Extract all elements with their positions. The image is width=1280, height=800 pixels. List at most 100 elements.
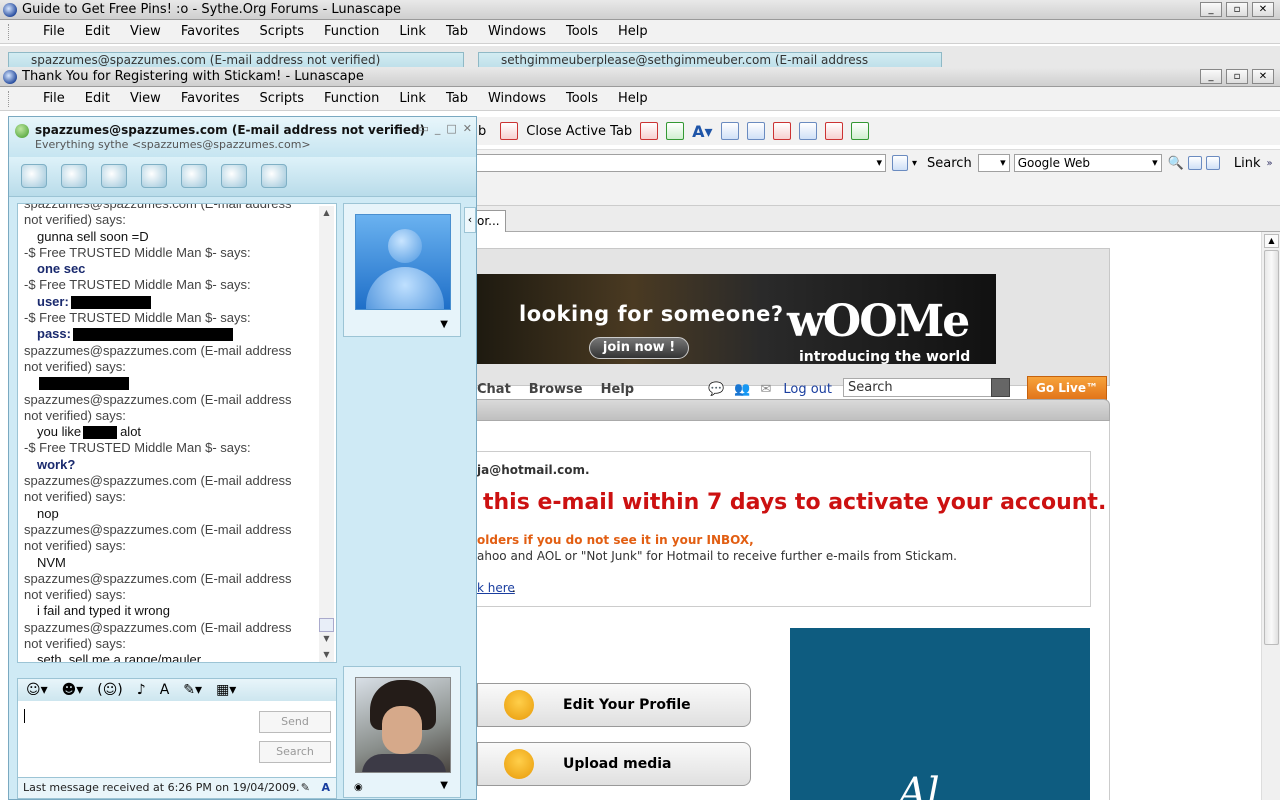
minimize-button[interactable]: _: [1200, 2, 1222, 17]
maximize-button[interactable]: □: [446, 122, 456, 135]
conversation-scrollbar[interactable]: ▲ ▼ ▼: [319, 206, 334, 662]
voice-clip-icon[interactable]: ♪: [137, 682, 146, 701]
cascade-icon[interactable]: [798, 122, 817, 140]
scroll-thumb[interactable]: [319, 618, 334, 632]
close-button[interactable]: ✕: [1252, 2, 1274, 17]
menu-item-windows[interactable]: Windows: [476, 24, 554, 39]
close-button[interactable]: ✕: [463, 122, 472, 135]
search-scope-combo[interactable]: [977, 154, 1010, 172]
games-icon[interactable]: [221, 164, 247, 188]
nav-browse[interactable]: Browse: [529, 382, 583, 397]
menu-item-tab[interactable]: Tab: [434, 91, 476, 106]
minimize-button[interactable]: _: [1200, 69, 1222, 84]
menu-item-link[interactable]: Link: [387, 91, 434, 106]
close-active-tab-button[interactable]: Close Active Tab: [526, 124, 632, 139]
close-all-icon[interactable]: [824, 122, 843, 140]
send-button[interactable]: Send: [259, 711, 331, 733]
maximize-button[interactable]: ▫: [1226, 69, 1248, 84]
options-icon[interactable]: ▭: [418, 122, 428, 135]
close-button[interactable]: ✕: [1252, 69, 1274, 84]
menu-item-help[interactable]: Help: [606, 91, 656, 106]
menu-item-edit[interactable]: Edit: [73, 91, 118, 106]
user-display-picture[interactable]: ◉ ▼: [343, 666, 461, 798]
menu-item-favorites[interactable]: Favorites: [169, 91, 248, 106]
mdi-tab-messenger[interactable]: spazzumes@spazzumes.com (E-mail address …: [8, 52, 464, 68]
chevron-down-icon[interactable]: ▼: [440, 780, 448, 791]
click-here-link[interactable]: k here: [477, 581, 515, 595]
tab-icon-1[interactable]: [720, 122, 739, 140]
font-icon[interactable]: A: [160, 682, 170, 701]
menu-item-function[interactable]: Function: [312, 91, 387, 106]
front-window-titlebar[interactable]: Thank You for Registering with Stickam! …: [0, 67, 1280, 87]
menu-item-link[interactable]: Link: [387, 24, 434, 39]
call-icon[interactable]: [141, 164, 167, 188]
pen-icon[interactable]: ✎: [301, 778, 310, 798]
menu-item-windows[interactable]: Windows: [476, 91, 554, 106]
block-icon[interactable]: [261, 164, 287, 188]
chevron-down-icon[interactable]: ▼: [440, 319, 448, 330]
activities-icon[interactable]: [181, 164, 207, 188]
menu-item-function[interactable]: Function: [312, 24, 387, 39]
scroll-thumb[interactable]: [1264, 250, 1279, 645]
background-icon[interactable]: ▦▾: [216, 682, 236, 701]
scroll-up-icon[interactable]: ▲: [319, 206, 334, 220]
nav-help[interactable]: Help: [601, 382, 634, 397]
menu-item-scripts[interactable]: Scripts: [248, 24, 312, 39]
emoticon-icon[interactable]: ☺▾: [26, 682, 48, 701]
ink-icon[interactable]: ✎▾: [183, 682, 202, 701]
search-go-icon[interactable]: 🔍: [1168, 156, 1184, 171]
tab-icon-2[interactable]: [746, 122, 765, 140]
menu-item-tools[interactable]: Tools: [554, 91, 606, 106]
highlight-icon[interactable]: [1187, 156, 1202, 170]
nav-chat[interactable]: Chat: [477, 382, 511, 397]
menu-item-tab[interactable]: Tab: [434, 24, 476, 39]
logout-link[interactable]: Log out: [783, 382, 832, 397]
page-tab-active[interactable]: or...: [476, 210, 506, 232]
font-style-icon[interactable]: A: [321, 778, 330, 798]
toolbar-grip[interactable]: [8, 23, 29, 40]
search-button[interactable]: Search: [259, 741, 331, 763]
go-icon[interactable]: [892, 155, 908, 171]
woome-ad[interactable]: looking for someone? join now ! wOOMe in…: [477, 274, 996, 364]
share-files-icon[interactable]: [61, 164, 87, 188]
scroll-end-icon[interactable]: ▼: [319, 648, 334, 662]
webcam-icon[interactable]: ◉: [354, 782, 363, 793]
go-dropdown-icon[interactable]: ▾: [912, 158, 917, 169]
collapse-panel-icon[interactable]: ‹: [464, 207, 476, 233]
site-search-button[interactable]: [991, 378, 1010, 397]
menu-item-file[interactable]: File: [31, 91, 73, 106]
font-icon[interactable]: A▾: [692, 122, 712, 141]
friends-icon[interactable]: 👥: [734, 382, 750, 397]
mail-icon[interactable]: ✉: [760, 382, 771, 397]
video-call-icon[interactable]: [101, 164, 127, 188]
menu-item-edit[interactable]: Edit: [73, 24, 118, 39]
reload-tabs-icon[interactable]: [666, 122, 685, 140]
close-window-icon[interactable]: [772, 122, 791, 140]
page-scrollbar[interactable]: ▲: [1261, 232, 1280, 800]
menu-item-help[interactable]: Help: [606, 24, 656, 39]
invite-contact-icon[interactable]: [21, 164, 47, 188]
messenger-header[interactable]: spazzumes@spazzumes.com (E-mail address …: [9, 117, 476, 157]
chevron-right-icon[interactable]: »: [1267, 158, 1273, 169]
maximize-button[interactable]: ▫: [1226, 2, 1248, 17]
minimize-button[interactable]: _: [435, 122, 441, 135]
page-icon[interactable]: [1205, 156, 1220, 170]
close-tabs-icon[interactable]: [640, 122, 659, 140]
scroll-up-icon[interactable]: ▲: [1264, 234, 1279, 248]
refresh-all-icon[interactable]: [850, 122, 869, 140]
menu-item-view[interactable]: View: [118, 24, 169, 39]
close-tab-icon[interactable]: [500, 122, 519, 140]
edit-profile-button[interactable]: Edit Your Profile: [477, 683, 751, 727]
back-window-titlebar[interactable]: Guide to Get Free Pins! :o - Sythe.Org F…: [0, 0, 1280, 20]
ad-join-button[interactable]: join now !: [589, 337, 689, 359]
search-engine-combo[interactable]: Google Web: [1013, 154, 1162, 172]
url-combo[interactable]: [476, 154, 886, 172]
link-label[interactable]: Link: [1234, 156, 1261, 171]
menu-item-view[interactable]: View: [118, 91, 169, 106]
conversation-history[interactable]: spazzumes@spazzumes.com (E-mail address n…: [17, 203, 337, 663]
go-live-button[interactable]: Go Live™: [1027, 376, 1107, 400]
toolbar-grip[interactable]: [8, 90, 29, 107]
menu-item-scripts[interactable]: Scripts: [248, 91, 312, 106]
menu-item-favorites[interactable]: Favorites: [169, 24, 248, 39]
wink-icon[interactable]: ☻▾: [62, 682, 84, 701]
